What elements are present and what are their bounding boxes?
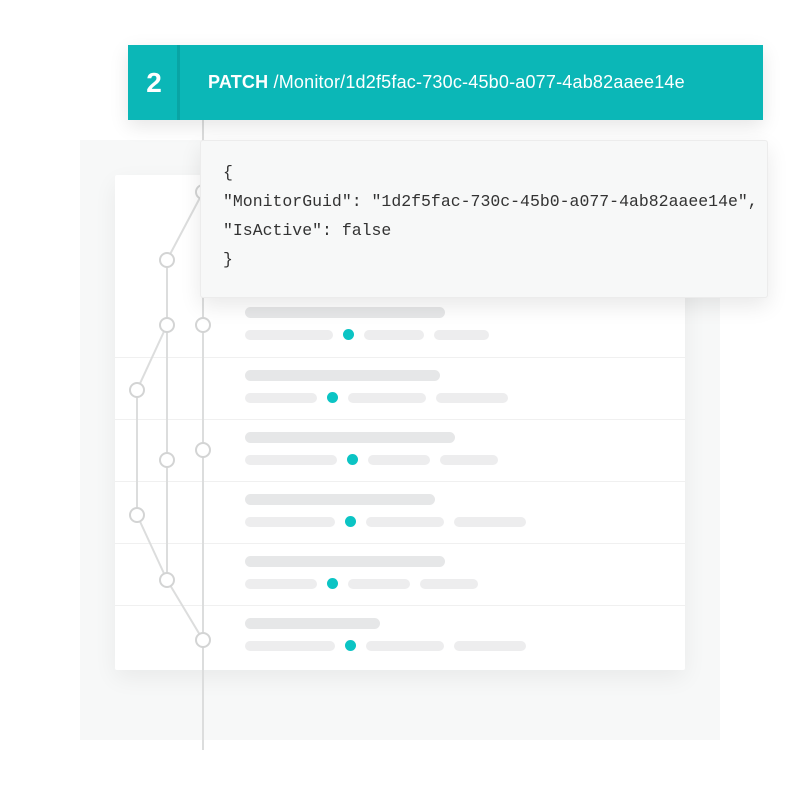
- placeholder-bar: [245, 494, 435, 505]
- placeholder-bar: [245, 432, 455, 443]
- placeholder-bar: [245, 556, 445, 567]
- placeholder-segment: [245, 455, 337, 465]
- placeholder-list: [115, 295, 685, 667]
- placeholder-segment: [245, 330, 333, 340]
- request-line: PATCH /Monitor/1d2f5fac-730c-45b0-a077-4…: [180, 72, 685, 93]
- status-dot: [327, 392, 338, 403]
- placeholder-subrow: [245, 454, 663, 465]
- placeholder-segment: [245, 641, 335, 651]
- status-dot: [327, 578, 338, 589]
- request-header: 2 PATCH /Monitor/1d2f5fac-730c-45b0-a077…: [128, 45, 763, 120]
- placeholder-segment: [245, 517, 335, 527]
- list-item: [115, 295, 685, 357]
- request-path: /Monitor/1d2f5fac-730c-45b0-a077-4ab82aa…: [268, 72, 685, 92]
- placeholder-segment: [348, 393, 426, 403]
- placeholder-segment: [434, 330, 489, 340]
- placeholder-subrow: [245, 640, 663, 651]
- list-item: [115, 419, 685, 481]
- status-dot: [343, 329, 354, 340]
- status-dot: [345, 516, 356, 527]
- placeholder-segment: [366, 517, 444, 527]
- request-body-code: { "MonitorGuid": "1d2f5fac-730c-45b0-a07…: [200, 140, 768, 298]
- placeholder-segment: [245, 579, 317, 589]
- list-item: [115, 481, 685, 543]
- placeholder-bar: [245, 618, 380, 629]
- placeholder-segment: [436, 393, 508, 403]
- status-dot: [345, 640, 356, 651]
- placeholder-subrow: [245, 329, 663, 340]
- http-method: PATCH: [208, 72, 268, 92]
- list-item: [115, 543, 685, 605]
- placeholder-subrow: [245, 516, 663, 527]
- placeholder-subrow: [245, 392, 663, 403]
- placeholder-segment: [454, 641, 526, 651]
- status-dot: [347, 454, 358, 465]
- list-item: [115, 605, 685, 667]
- placeholder-bar: [245, 307, 445, 318]
- placeholder-segment: [366, 641, 444, 651]
- step-number-badge: 2: [128, 45, 180, 120]
- placeholder-segment: [440, 455, 498, 465]
- placeholder-segment: [454, 517, 526, 527]
- list-item: [115, 357, 685, 419]
- placeholder-segment: [364, 330, 424, 340]
- placeholder-bar: [245, 370, 440, 381]
- placeholder-segment: [368, 455, 430, 465]
- placeholder-segment: [420, 579, 478, 589]
- placeholder-segment: [245, 393, 317, 403]
- placeholder-segment: [348, 579, 410, 589]
- placeholder-subrow: [245, 578, 663, 589]
